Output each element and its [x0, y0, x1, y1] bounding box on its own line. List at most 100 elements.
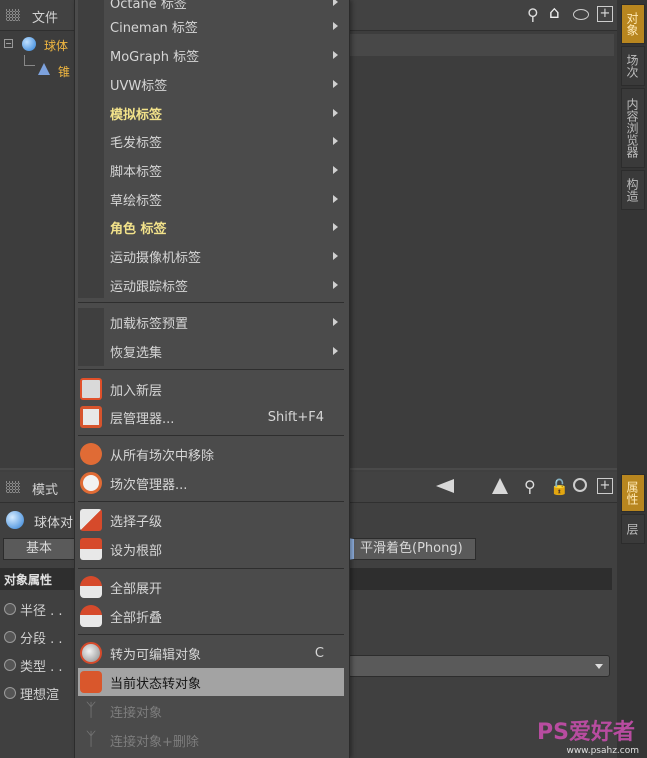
add-panel-icon[interactable]: + [597, 478, 613, 494]
menu-file[interactable]: 文件 [32, 7, 58, 26]
collapse-all-icon [80, 605, 102, 627]
menu-item-label: 连接对象 [110, 705, 163, 721]
menu-item-label: 加载标签预置 [110, 316, 189, 332]
tree-item-cone[interactable]: 锥 [58, 63, 70, 80]
menu-item-restore-selection[interactable]: 恢复选集 [78, 337, 344, 365]
ellipse-icon[interactable] [573, 9, 589, 20]
menu-item-label: Cineman 标签 [110, 20, 198, 36]
menu-item-label: 加入新层 [110, 383, 163, 399]
tab-takes[interactable]: 场次 [621, 46, 645, 86]
object-title: 球体对 [34, 516, 74, 531]
prop-label: 类型 . . [20, 659, 63, 675]
cone-icon [38, 63, 50, 75]
menu-item-remove-from-all-takes[interactable]: 从所有场次中移除 [78, 440, 344, 468]
up-arrow-icon[interactable] [492, 478, 508, 494]
tab-structure[interactable]: 构造 [621, 170, 645, 210]
menu-item-layer-manager[interactable]: 层管理器... Shift+F4 [78, 403, 344, 431]
menu-item-uvw-tags[interactable]: UVW标签 [78, 70, 344, 98]
lock-icon[interactable]: 🔓 [550, 478, 569, 496]
panel-grip-icon[interactable] [6, 9, 20, 21]
collapse-toggle-icon[interactable]: − [4, 39, 13, 48]
menu-item-label: 连接对象+删除 [110, 734, 199, 750]
menu-item-collapse-all[interactable]: 全部折叠 [78, 602, 344, 630]
menu-separator [78, 435, 344, 436]
animate-radio[interactable] [4, 687, 16, 699]
menu-item-shortcut: C [314, 645, 324, 661]
menu-item-label: MoGraph 标签 [110, 49, 200, 65]
menu-item-hair-tags[interactable]: 毛发标签 [78, 127, 344, 155]
prop-row-radius: 半径 . . [4, 598, 63, 620]
menu-item-simulation-tags[interactable]: 模拟标签 [78, 99, 344, 127]
remove-take-icon [80, 443, 102, 465]
tab-objects[interactable]: 对象 [621, 4, 645, 44]
menu-item-motion-tracking-tags[interactable]: 运动跟踪标签 [78, 271, 344, 299]
new-layer-icon [80, 378, 102, 400]
prop-label: 分段 . . [20, 631, 63, 647]
menu-item-character-tags[interactable]: 角色 标签 [78, 213, 344, 241]
menu-item-set-as-root[interactable]: 设为根部 [78, 535, 344, 563]
menu-item-label: 层管理器... [110, 411, 175, 427]
menu-item-current-state-to-object[interactable]: 当前状态转对象 [78, 668, 344, 696]
tab-content-browser[interactable]: 内容浏览器 [621, 88, 645, 168]
menu-item-load-tag-preset[interactable]: 加载标签预置 [78, 308, 344, 336]
submenu-arrow-icon [333, 166, 338, 174]
expand-all-icon [80, 576, 102, 598]
make-editable-icon [80, 642, 102, 664]
home-icon[interactable]: ⌂ [549, 3, 560, 23]
submenu-arrow-icon [333, 223, 338, 231]
take-manager-icon [80, 472, 102, 494]
section-header-label: 对象属性 [4, 573, 53, 587]
chevron-down-icon [595, 664, 603, 669]
tab-basic[interactable]: 基本 [3, 538, 75, 560]
tab-phong[interactable]: 平滑着色(Phong) [348, 538, 476, 560]
menu-item-cineman-tags[interactable]: Cineman 标签 [78, 12, 344, 40]
submenu-arrow-icon [333, 80, 338, 88]
menu-item-label: 模拟标签 [110, 107, 163, 123]
target-icon[interactable] [573, 478, 587, 492]
animate-radio[interactable] [4, 603, 16, 615]
select-children-icon [80, 509, 102, 531]
type-select[interactable] [348, 655, 610, 677]
animate-radio[interactable] [4, 631, 16, 643]
menu-item-make-editable[interactable]: 转为可编辑对象 C [78, 639, 344, 667]
search-icon[interactable]: ⚲ [527, 5, 539, 24]
menu-item-sketch-tags[interactable]: 草绘标签 [78, 185, 344, 213]
menu-separator [78, 634, 344, 635]
animate-radio[interactable] [4, 659, 16, 671]
menu-item-expand-all[interactable]: 全部展开 [78, 573, 344, 601]
add-panel-icon[interactable]: + [597, 6, 613, 22]
submenu-arrow-icon [333, 137, 338, 145]
object-list-header [348, 34, 614, 56]
prop-row-render-perfect: 理想渲 [4, 682, 59, 704]
prop-row-segments: 分段 . . [4, 626, 63, 648]
menu-item-label: 运动摄像机标签 [110, 250, 202, 266]
menu-item-select-children[interactable]: 选择子级 [78, 506, 344, 534]
tab-attributes[interactable]: 属性 [621, 474, 645, 512]
watermark-url: www.psahz.com [566, 746, 639, 756]
tab-layers[interactable]: 层 [621, 514, 645, 544]
menu-item-motion-camera-tags[interactable]: 运动摄像机标签 [78, 242, 344, 270]
menu-item-connect-objects: ᛉ 连接对象 [78, 697, 344, 725]
object-tree: − 球体 锥 [0, 31, 74, 91]
menu-item-add-new-layer[interactable]: 加入新层 [78, 375, 344, 403]
menu-item-take-manager[interactable]: 场次管理器... [78, 469, 344, 497]
panel-grip-icon[interactable] [6, 481, 20, 493]
prop-label: 半径 . . [20, 603, 63, 619]
menu-item-label: 全部展开 [110, 581, 163, 597]
menu-item-label: 选择子级 [110, 514, 163, 530]
submenu-arrow-icon [333, 318, 338, 326]
submenu-arrow-icon [333, 0, 338, 6]
menu-separator [78, 369, 344, 370]
menu-mode[interactable]: 模式 [32, 479, 58, 498]
tree-item-sphere[interactable]: 球体 [44, 37, 68, 54]
search-icon[interactable]: ⚲ [524, 477, 536, 496]
back-arrow-icon[interactable] [436, 479, 454, 493]
menu-item-shortcut: Shift+F4 [267, 409, 324, 425]
submenu-arrow-icon [333, 281, 338, 289]
menu-item-label: 脚本标签 [110, 164, 163, 180]
menu-item-script-tags[interactable]: 脚本标签 [78, 156, 344, 184]
menu-item-mograph-tags[interactable]: MoGraph 标签 [78, 41, 344, 69]
menu-item-label: 从所有场次中移除 [110, 448, 215, 464]
menu-item-label: 全部折叠 [110, 610, 163, 626]
menu-separator [78, 302, 344, 303]
